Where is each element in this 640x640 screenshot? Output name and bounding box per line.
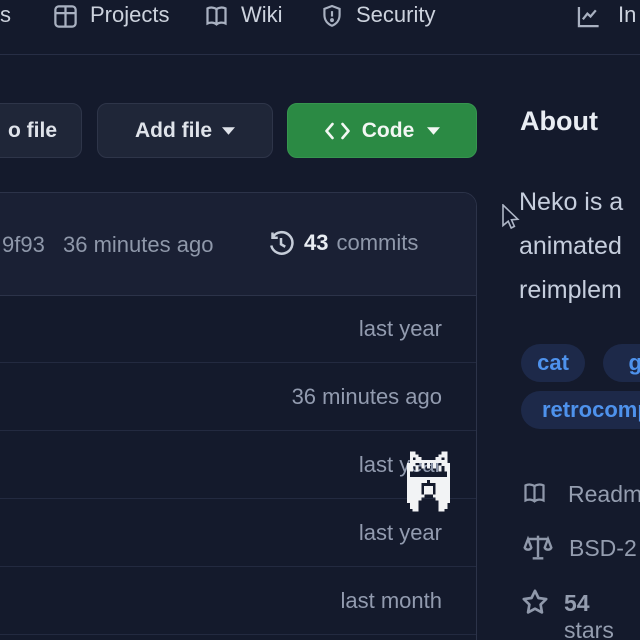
mouse-cursor-icon xyxy=(502,204,520,230)
code-label: Code xyxy=(362,119,415,143)
neko-cat-sprite xyxy=(407,451,450,512)
nav-item-insights[interactable]: In xyxy=(618,2,636,28)
nav-item-partial[interactable]: s xyxy=(0,2,11,28)
stars-link[interactable]: 54 stars xyxy=(564,590,640,640)
add-file-button[interactable]: Add file xyxy=(97,103,273,158)
commits-link[interactable]: 43 commits xyxy=(266,228,418,258)
readme-book-icon xyxy=(519,480,550,507)
table-row[interactable]: last month xyxy=(0,567,476,635)
code-brackets-icon xyxy=(324,121,351,141)
history-clock-icon xyxy=(266,228,296,258)
row-updated-time: 36 minutes ago xyxy=(292,384,442,410)
table-row[interactable]: last year xyxy=(0,431,476,499)
topic-label: cat xyxy=(537,350,569,376)
go-to-file-label: o file xyxy=(8,119,57,143)
readme-link[interactable]: Readme xyxy=(568,481,640,508)
nav-bottom-border xyxy=(0,54,640,55)
nav-item-wiki[interactable]: Wiki xyxy=(241,2,283,28)
law-scales-icon xyxy=(522,531,554,563)
go-to-file-button[interactable]: o file xyxy=(0,103,82,158)
code-button[interactable]: Code xyxy=(287,103,477,158)
nav-item-projects[interactable]: Projects xyxy=(90,2,169,28)
add-file-label: Add file xyxy=(135,119,212,143)
topic-label: retrocomp xyxy=(542,397,640,423)
row-updated-time: last year xyxy=(359,520,442,546)
topic-label: go xyxy=(629,350,640,376)
about-description-line: animated xyxy=(519,232,622,261)
file-table: 9f93 36 minutes ago 43 commits last year… xyxy=(0,192,477,640)
table-row[interactable]: last year xyxy=(0,499,476,567)
topic-tag-go[interactable]: go xyxy=(603,344,640,382)
graph-icon xyxy=(573,3,604,30)
commit-time: 36 minutes ago xyxy=(63,232,213,258)
topic-tag-cat[interactable]: cat xyxy=(521,344,585,382)
book-icon xyxy=(203,3,230,30)
github-repo-page: s Projects Wiki Security In o file xyxy=(0,0,640,640)
license-link[interactable]: BSD-2 xyxy=(569,535,637,562)
commit-count: 43 xyxy=(304,230,328,256)
row-updated-time: last year xyxy=(359,316,442,342)
nav-item-security[interactable]: Security xyxy=(356,2,435,28)
table-row[interactable]: 36 minutes ago xyxy=(0,363,476,431)
about-description-line: Neko is a xyxy=(519,188,623,217)
about-title: About xyxy=(520,106,598,137)
star-icon xyxy=(519,586,551,618)
topic-tag-retrocomputing[interactable]: retrocomp xyxy=(521,391,640,429)
shield-icon xyxy=(319,2,345,30)
about-description-line: reimplem xyxy=(519,276,622,305)
row-updated-time: last month xyxy=(341,588,443,614)
stars-label: stars xyxy=(564,617,614,640)
commits-label: commits xyxy=(336,230,418,256)
projects-table-icon xyxy=(52,3,79,30)
table-row[interactable]: last year xyxy=(0,295,476,363)
latest-commit-bar: 9f93 36 minutes ago 43 commits xyxy=(0,193,476,296)
stars-count: 54 xyxy=(564,590,590,616)
chevron-down-icon xyxy=(427,127,440,135)
commit-hash[interactable]: 9f93 xyxy=(2,232,45,258)
chevron-down-icon xyxy=(222,127,235,135)
